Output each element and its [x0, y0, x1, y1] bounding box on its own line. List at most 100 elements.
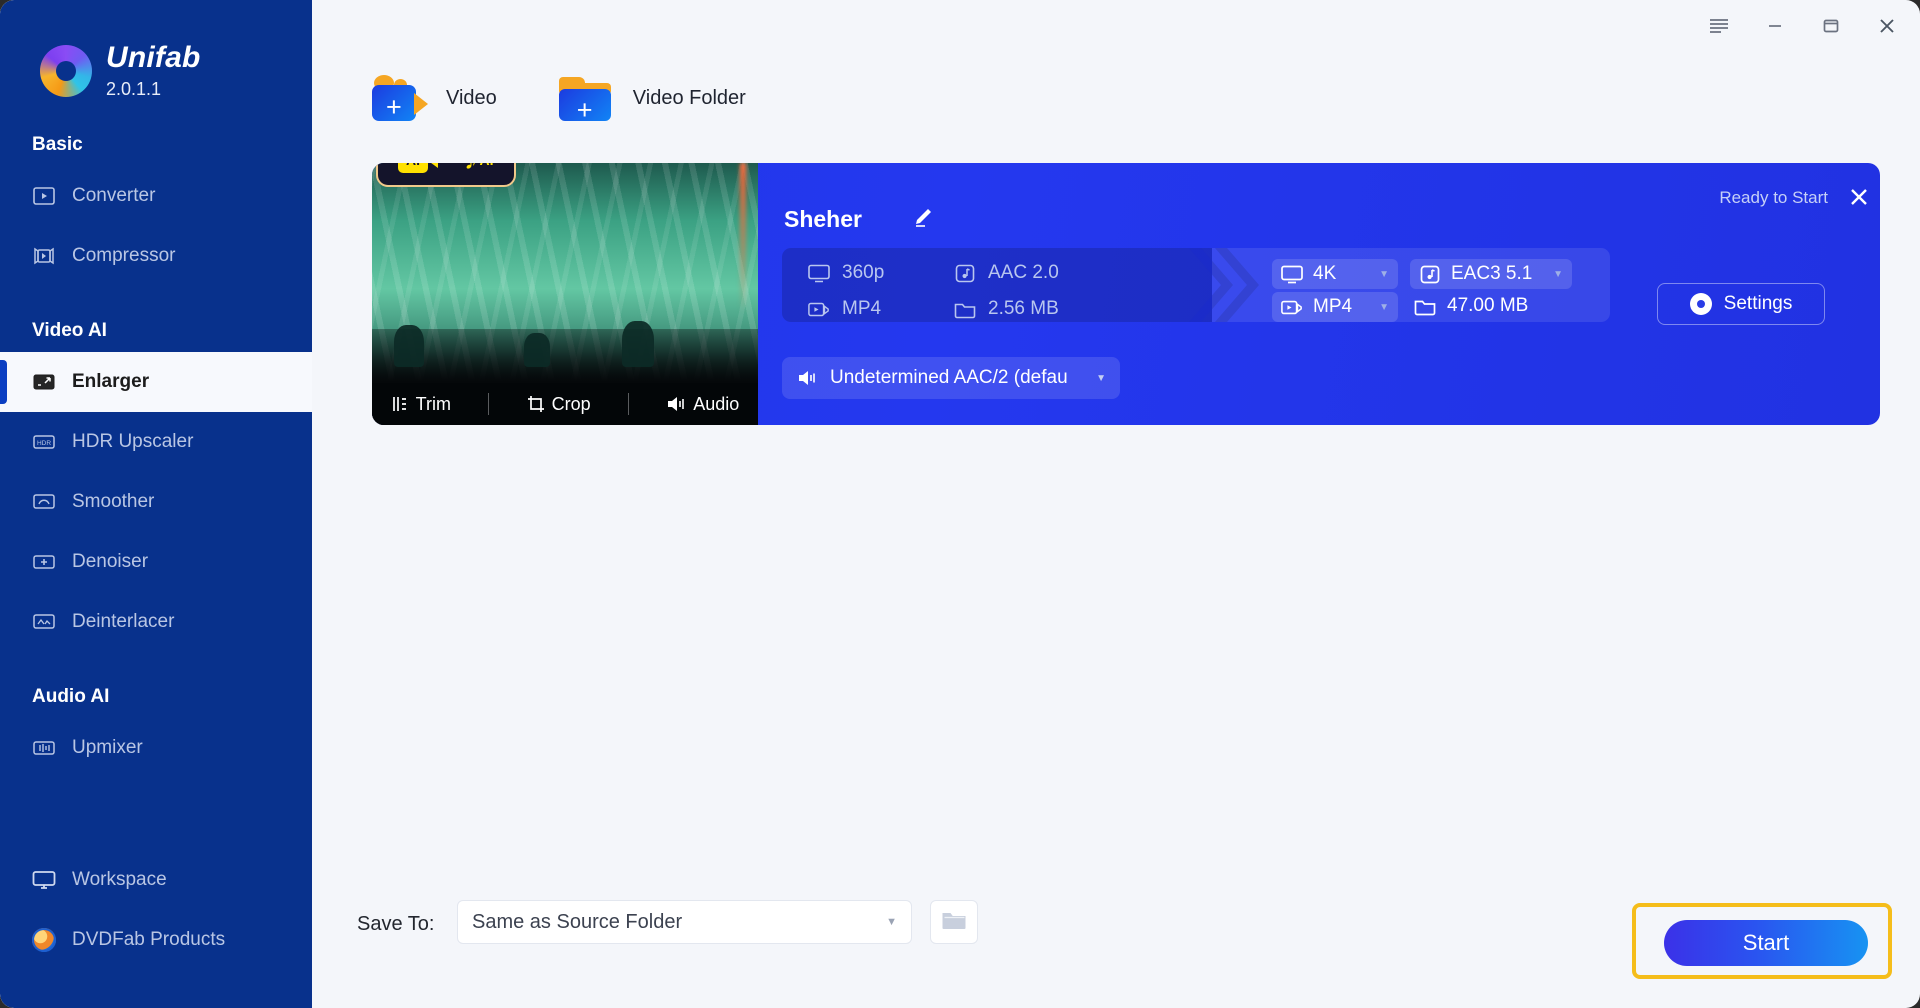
- save-to-select[interactable]: Same as Source Folder ▼: [457, 900, 912, 944]
- filesize-folder-icon: [954, 299, 976, 319]
- menu-icon[interactable]: [1704, 12, 1734, 40]
- sidebar-item-dvdfab-products[interactable]: DVDFab Products: [0, 910, 312, 970]
- gear-icon: [1689, 293, 1712, 315]
- audio-codec-icon: [954, 263, 976, 283]
- sidebar-item-label: Compressor: [72, 244, 176, 266]
- source-resolution-value: 360p: [842, 262, 885, 283]
- sidebar: Unifab 2.0.1.1 Basic Converter Compresso…: [0, 0, 312, 1008]
- chevron-down-icon: ▼: [1379, 301, 1389, 313]
- output-format-value: MP4: [1313, 296, 1353, 317]
- settings-button[interactable]: Settings: [1657, 283, 1825, 325]
- footer: Save To: Same as Source Folder ▼ Start: [312, 888, 1920, 1008]
- filesize-folder-icon: [1414, 296, 1436, 316]
- source-size: 2.56 MB: [954, 298, 1059, 320]
- format-info-strip: 360p MP4 AAC 2.0 2.56 MB 4K ▼ MP4 ▼ EAC3…: [782, 248, 1610, 322]
- audio-icon: [668, 397, 685, 411]
- audio-ai-badge-icon: ♪AI: [464, 163, 494, 174]
- app-logo-icon: [40, 44, 92, 97]
- sidebar-item-label: HDR Upscaler: [72, 430, 194, 452]
- silhouette: [622, 321, 654, 367]
- sidebar-item-label: Upmixer: [72, 736, 143, 758]
- add-video-folder-button[interactable]: + Video Folder: [558, 75, 746, 124]
- sidebar-item-hdr-upscaler[interactable]: HDR HDR Upscaler: [0, 412, 312, 472]
- chevron-down-icon: ▼: [1379, 268, 1389, 280]
- crop-button[interactable]: Crop: [527, 394, 591, 415]
- add-video-label: Video: [446, 86, 497, 109]
- close-icon[interactable]: [1872, 12, 1902, 40]
- sidebar-item-smoother[interactable]: Smoother: [0, 472, 312, 532]
- silhouette: [394, 325, 424, 367]
- compressor-icon: [32, 244, 56, 268]
- ai-badge-group: AI ♪AI: [376, 163, 516, 187]
- source-format: MP4: [808, 298, 881, 320]
- sidebar-item-deinterlacer[interactable]: Deinterlacer: [0, 592, 312, 652]
- app-window: Unifab 2.0.1.1 Basic Converter Compresso…: [0, 0, 1920, 1008]
- audio-codec-icon: [1419, 264, 1441, 284]
- audio-track-select[interactable]: Undetermined AAC/2 (defau ▼: [782, 357, 1120, 399]
- denoiser-icon: [32, 550, 56, 574]
- brand: Unifab 2.0.1.1: [0, 0, 312, 100]
- svg-text:HDR: HDR: [37, 440, 51, 447]
- format-icon: [808, 299, 830, 319]
- start-button[interactable]: Start: [1664, 920, 1868, 966]
- maximize-icon[interactable]: [1816, 12, 1846, 40]
- sidebar-item-label: DVDFab Products: [72, 929, 226, 950]
- app-name: Unifab: [106, 41, 201, 74]
- output-audio-value: EAC3 5.1: [1451, 263, 1533, 284]
- chevron-down-icon: ▼: [1096, 372, 1106, 384]
- audio-track-value: Undetermined AAC/2 (defau: [830, 367, 1068, 388]
- trim-icon: [392, 397, 406, 411]
- sidebar-item-upmixer[interactable]: Upmixer: [0, 718, 312, 778]
- audio-label: Audio: [693, 393, 740, 414]
- sidebar-item-label: Deinterlacer: [72, 610, 175, 632]
- upmixer-icon: [32, 736, 56, 760]
- settings-label: Settings: [1723, 293, 1793, 314]
- resolution-icon: [1281, 264, 1303, 284]
- resolution-icon: [808, 263, 830, 283]
- minimize-icon[interactable]: [1760, 12, 1790, 40]
- video-title: Sheher: [784, 206, 862, 232]
- chevron-down-icon: ▼: [1553, 268, 1563, 280]
- video-thumbnail[interactable]: Trim Crop Audio AI ♪AI: [372, 163, 758, 425]
- trim-button[interactable]: Trim: [391, 394, 451, 415]
- status-badge: Ready to Start: [1719, 188, 1828, 207]
- monitor-icon: [32, 868, 56, 892]
- sidebar-item-enlarger[interactable]: Enlarger: [0, 351, 312, 412]
- source-audio: AAC 2.0: [954, 262, 1059, 284]
- smoother-icon: [32, 490, 56, 514]
- sidebar-group-audio-ai: Audio AI: [32, 685, 110, 707]
- window-controls: [1704, 12, 1902, 40]
- save-to-value: Same as Source Folder: [472, 910, 683, 933]
- sidebar-item-label: Converter: [72, 184, 156, 206]
- add-folder-icon: +: [558, 75, 615, 124]
- edit-title-icon[interactable]: [913, 206, 935, 233]
- sidebar-item-label: Denoiser: [72, 550, 149, 572]
- sidebar-item-label: Smoother: [72, 490, 155, 512]
- sidebar-item-converter[interactable]: Converter: [0, 166, 312, 226]
- output-audio-select[interactable]: EAC3 5.1 ▼: [1410, 259, 1572, 289]
- sidebar-group-video-ai: Video AI: [32, 319, 107, 341]
- add-video-button[interactable]: + Video: [372, 75, 497, 121]
- sidebar-item-compressor[interactable]: Compressor: [0, 226, 312, 286]
- deinterlacer-icon: [32, 610, 56, 634]
- enlarger-icon: [32, 370, 56, 394]
- remove-task-icon[interactable]: [1848, 186, 1870, 213]
- silhouette: [524, 333, 550, 367]
- audio-button[interactable]: Audio: [666, 394, 739, 415]
- output-size-value: 47.00 MB: [1447, 295, 1529, 316]
- source-format-value: MP4: [842, 298, 882, 319]
- speaker-icon: [796, 368, 818, 388]
- output-size: 47.00 MB: [1414, 295, 1528, 317]
- output-format-select[interactable]: MP4 ▼: [1272, 292, 1398, 322]
- start-label: Start: [1742, 930, 1790, 955]
- output-resolution-select[interactable]: 4K ▼: [1272, 259, 1398, 289]
- browse-folder-button[interactable]: [930, 900, 978, 944]
- save-to-label: Save To:: [357, 913, 435, 935]
- sidebar-item-workspace[interactable]: Workspace: [0, 850, 312, 910]
- source-audio-value: AAC 2.0: [988, 262, 1059, 283]
- sidebar-item-denoiser[interactable]: Denoiser: [0, 532, 312, 592]
- titlebar: [312, 0, 1920, 50]
- source-size-value: 2.56 MB: [988, 298, 1059, 319]
- hdr-icon: HDR: [32, 430, 56, 454]
- video-ai-badge-icon: AI: [398, 163, 438, 173]
